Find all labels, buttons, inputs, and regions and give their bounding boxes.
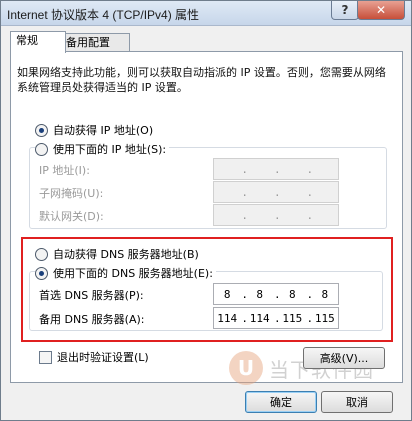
preferred-dns-label: 首选 DNS 服务器(P): <box>39 289 144 302</box>
help-button[interactable]: ? <box>331 1 359 20</box>
description-text: 如果网络支持此功能，则可以获取自动指派的 IP 设置。否则，您需要从网络系统管理… <box>17 66 386 94</box>
tab-alternate-config[interactable]: 备用配置 <box>60 33 130 52</box>
validate-checkbox-box <box>39 350 52 364</box>
radio-manual-dns-label: 使用下面的 DNS 服务器地址(E): <box>53 267 213 280</box>
alternate-dns-label: 备用 DNS 服务器(A): <box>39 313 145 326</box>
radio-auto-ip[interactable]: 自动获得 IP 地址(O) <box>35 122 157 138</box>
radio-manual-ip[interactable]: 使用下面的 IP 地址(S): <box>35 141 170 157</box>
ipv4-properties-dialog: Internet 协议版本 4 (TCP/IPv4) 属性 ? ✕ 常规 备用配… <box>0 0 412 421</box>
close-button[interactable]: ✕ <box>357 1 405 20</box>
radio-manual-ip-label: 使用下面的 IP 地址(S): <box>53 143 167 156</box>
window-title: Internet 协议版本 4 (TCP/IPv4) 属性 <box>7 8 200 22</box>
radio-auto-dns[interactable]: 自动获得 DNS 服务器地址(B) <box>35 246 202 262</box>
radio-auto-ip-indicator <box>35 123 48 137</box>
subnet-mask-input[interactable]: . . . <box>213 181 339 203</box>
default-gateway-input[interactable]: . . . <box>213 204 339 226</box>
ip-address-label: IP 地址(I): <box>39 164 90 177</box>
validate-on-exit-checkbox[interactable]: 退出时验证设置(L) <box>39 349 152 365</box>
radio-manual-ip-indicator <box>35 142 48 156</box>
subnet-mask-label: 子网掩码(U): <box>39 187 104 200</box>
title-bar[interactable]: Internet 协议版本 4 (TCP/IPv4) 属性 ? ✕ <box>1 1 411 26</box>
radio-auto-dns-indicator <box>35 247 48 261</box>
watermark-icon: U <box>229 351 263 385</box>
default-gateway-label: 默认网关(D): <box>39 210 104 223</box>
radio-manual-dns-indicator <box>35 266 48 280</box>
tab-general[interactable]: 常规 <box>10 31 66 53</box>
ok-button[interactable]: 确定 <box>245 391 317 413</box>
advanced-button[interactable]: 高级(V)... <box>303 347 385 369</box>
alternate-dns-input[interactable]: 114. 114. 115. 115 <box>213 307 339 329</box>
radio-auto-ip-label: 自动获得 IP 地址(O) <box>53 124 154 137</box>
preferred-dns-input[interactable]: 8. 8. 8. 8 <box>213 283 339 305</box>
radio-manual-dns[interactable]: 使用下面的 DNS 服务器地址(E): <box>35 265 216 281</box>
radio-auto-dns-label: 自动获得 DNS 服务器地址(B) <box>53 248 199 261</box>
ip-address-input[interactable]: . . . <box>213 158 339 180</box>
cancel-button[interactable]: 取消 <box>321 391 393 413</box>
validate-checkbox-label: 退出时验证设置(L) <box>57 351 149 364</box>
